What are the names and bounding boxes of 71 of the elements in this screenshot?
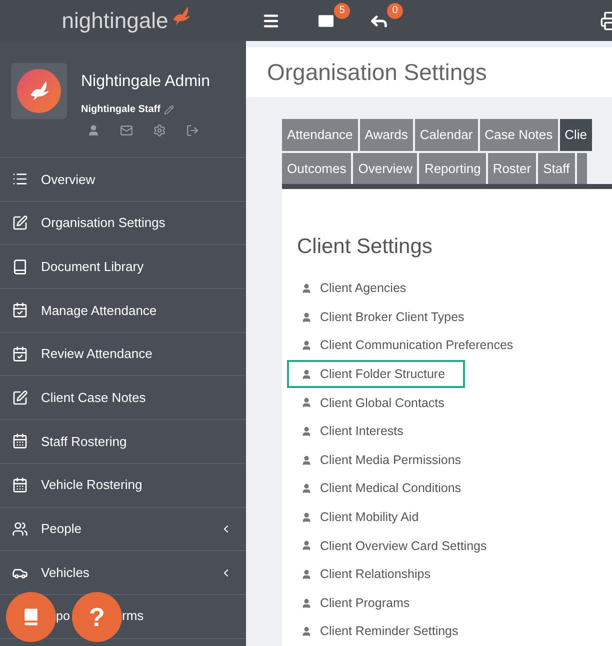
users-icon (12, 520, 28, 537)
list-icon (12, 171, 28, 188)
settings-link[interactable]: Client Folder Structure (287, 360, 466, 388)
user-icon (301, 569, 312, 580)
tab[interactable] (576, 153, 587, 185)
section-title: Client Settings (297, 234, 434, 260)
edit-icon (12, 215, 28, 232)
settings-link[interactable]: Client Communication Preferences (287, 332, 534, 360)
sidebar-item[interactable]: Vehicle Rostering (0, 464, 246, 508)
settings-link[interactable]: Client Interests (287, 418, 424, 446)
logo-text: nightingale (62, 7, 168, 35)
edit-icon (12, 390, 28, 406)
reply-count-badge: 0 (387, 2, 403, 18)
sidebar-item[interactable]: Staff Rostering (0, 420, 246, 464)
sidebar-item[interactable]: Review Attendance (0, 332, 246, 376)
sidebar-item[interactable]: Client Case Notes (0, 376, 246, 420)
settings-link[interactable]: Client Overview Card Settings (287, 532, 507, 560)
user-icon (301, 283, 312, 294)
settings-link[interactable]: Client Broker Client Types (287, 303, 484, 332)
edit-icon[interactable] (164, 104, 174, 114)
profile-icon[interactable] (87, 124, 100, 137)
user-icon (301, 512, 312, 523)
sidebar-item-text-fragment: po (56, 608, 70, 625)
settings-link[interactable]: Client Agencies (287, 274, 426, 303)
settings-link[interactable]: Client Global Contacts (287, 388, 464, 417)
menu-button[interactable] (262, 12, 280, 30)
library-button[interactable] (6, 592, 56, 642)
settings-link[interactable]: Client Programs (287, 589, 430, 618)
sidebar-item[interactable]: Organisation Settings (0, 202, 246, 246)
settings-link[interactable]: Client Media Permissions (287, 446, 482, 474)
calendar-icon (12, 433, 28, 450)
settings-link[interactable]: Client Medical Conditions (287, 474, 482, 503)
page-title: Organisation Settings (267, 58, 487, 87)
sidebar-item-text-fragment: rms (122, 607, 144, 626)
sidebar-item[interactable]: Document Library (0, 245, 246, 290)
user-icon (301, 426, 312, 438)
settings-link[interactable]: Client Mobility Aid (287, 503, 439, 532)
user-icon (301, 312, 312, 323)
mail-icon[interactable] (120, 124, 133, 137)
tab[interactable]: Case Notes (480, 119, 558, 151)
user-icon (301, 540, 312, 552)
user-name: Nightingale Admin (81, 72, 210, 92)
settings-icon[interactable] (153, 124, 166, 137)
logout-icon[interactable] (186, 124, 199, 137)
tab[interactable]: Overview (353, 153, 418, 185)
user-icon (301, 598, 312, 609)
calendar-check-icon (12, 346, 28, 362)
tab[interactable]: Awards (360, 119, 413, 151)
sidebar-item[interactable]: Manage Attendance (0, 289, 246, 333)
calendar-check-icon (12, 302, 28, 318)
tab[interactable]: Clie (560, 119, 592, 151)
user-icon (301, 626, 312, 638)
sidebar-item[interactable]: People (0, 508, 246, 552)
user-icon (301, 368, 312, 380)
tab[interactable]: Attendance (282, 119, 358, 151)
user-icon (301, 483, 312, 494)
user-icon (301, 454, 312, 466)
tab[interactable]: Reporting (419, 153, 486, 185)
tab[interactable]: Roster (488, 153, 536, 185)
sidebar-item[interactable]: Overview (0, 158, 246, 202)
tab[interactable]: Calendar (414, 119, 478, 151)
user-role: Nightingale Staff (81, 103, 160, 117)
book-icon (12, 258, 28, 275)
settings-link[interactable]: Client Reminder Settings (287, 618, 478, 646)
message-count-badge: 5 (334, 2, 350, 18)
tab[interactable]: Outcomes (282, 153, 352, 185)
settings-link[interactable]: Client Relationships (287, 560, 450, 589)
tab[interactable]: Staff (538, 153, 575, 185)
user-icon (301, 340, 312, 352)
calendar-icon (12, 477, 28, 494)
user-icon (301, 397, 312, 408)
